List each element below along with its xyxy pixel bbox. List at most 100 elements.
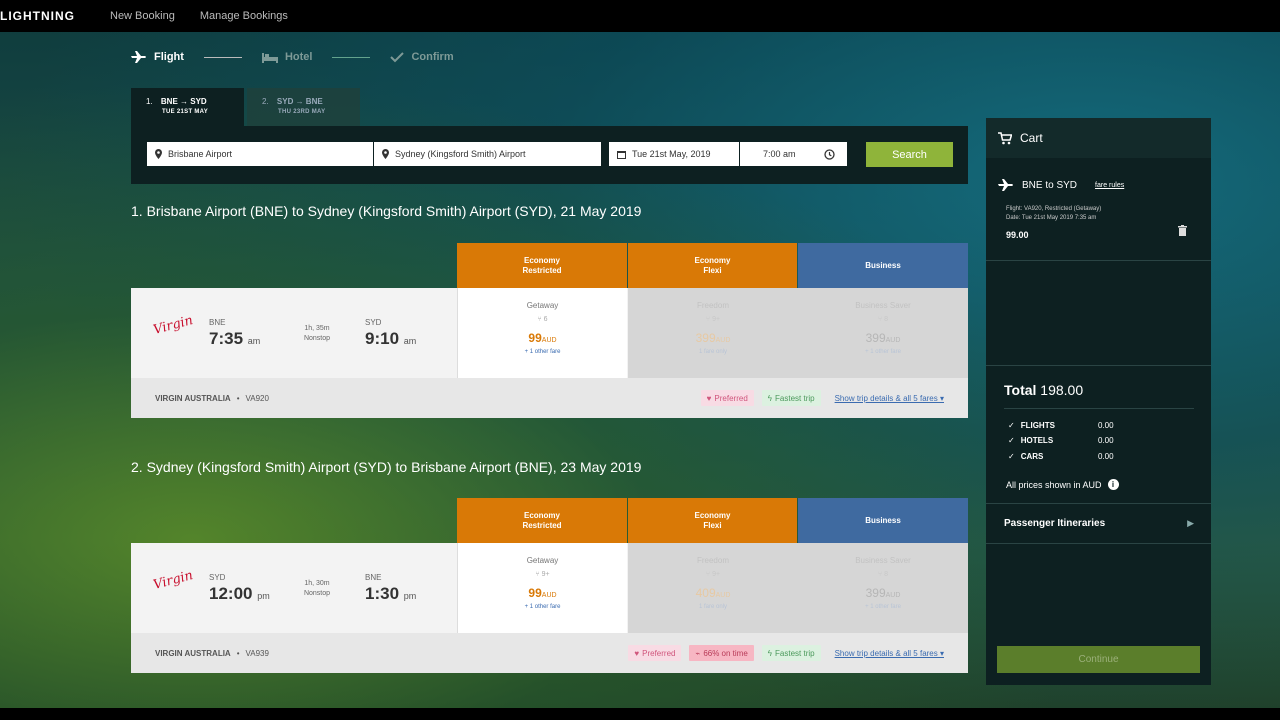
top-bar: LIGHTNING New Booking Manage Bookings	[0, 0, 1280, 32]
arrival-block: BNE 1:30 pm	[365, 573, 416, 604]
arrival-ampm: pm	[403, 591, 417, 601]
divider	[1004, 408, 1194, 409]
separator-dot: •	[236, 648, 240, 658]
fare-rules-link[interactable]: fare rules	[1095, 182, 1124, 189]
departure-time: 12:00	[209, 584, 253, 603]
duration-block: 1h, 30m Nonstop	[292, 579, 342, 599]
origin-field[interactable]: Brisbane Airport	[147, 142, 373, 166]
preferred-badge: ♥ Preferred	[628, 645, 682, 661]
departure-ampm: am	[247, 336, 261, 346]
departure-time: 7:35	[209, 329, 244, 348]
separator-dot: •	[236, 393, 240, 403]
departure-block: SYD 12:00 pm	[209, 573, 270, 604]
cart-title: Cart	[1020, 131, 1043, 145]
fare-cell-economy-restricted[interactable]: Getaway ⑂ 6 99AUD + 1 other fare	[457, 288, 627, 378]
time-field[interactable]: 7:00 am	[740, 142, 847, 166]
origin-value: Brisbane Airport	[168, 149, 233, 159]
fare-header-business: Business	[798, 498, 968, 543]
app-logo: LIGHTNING	[0, 9, 75, 23]
fare-header-economy-flexi: Economy Flexi	[628, 243, 797, 288]
departure-block: BNE 7:35 am	[209, 318, 260, 349]
flight-footer-leg-2: VIRGIN AUSTRALIA • VA939 ♥ Preferred ⌁ 66%…	[131, 633, 968, 673]
info-icon[interactable]: i	[1107, 479, 1119, 490]
fare-header-economy-flexi: Economy Flexi	[628, 498, 797, 543]
fare-header-line2: Restricted	[522, 265, 562, 275]
fare-header-business: Business	[798, 243, 968, 288]
show-trip-details-link[interactable]: Show trip details & all 5 fares ▾	[835, 394, 944, 403]
other-fare-link[interactable]: + 1 other fare	[798, 349, 968, 355]
leg-2-title: 2. Sydney (Kingsford Smith) Airport (SYD…	[131, 459, 642, 475]
search-button[interactable]: Search	[866, 142, 953, 167]
nav-manage-bookings[interactable]: Manage Bookings	[200, 10, 288, 22]
show-trip-details-link[interactable]: Show trip details & all 5 fares ▾	[835, 649, 944, 658]
fare-name: Business Saver	[855, 556, 911, 565]
destination-field[interactable]: Sydney (Kingsford Smith) Airport	[374, 142, 601, 166]
cart-item-route: BNE to SYD	[1022, 179, 1078, 191]
arrival-code: BNE	[365, 573, 382, 582]
arrival-block: SYD 9:10 am	[365, 318, 416, 349]
duration: 1h, 35m	[304, 325, 330, 332]
flight-number: VA920	[245, 393, 269, 403]
seat-count: ⑂ 8	[877, 571, 889, 578]
tab-date: THU 23RD MAY	[278, 109, 326, 115]
other-fare-link[interactable]: + 1 other fare	[458, 349, 627, 355]
cart-item-flight: Flight: VA920, Restricted (Getaway)	[1006, 206, 1102, 212]
passenger-itineraries-toggle[interactable]: Passenger Itineraries ▶	[1004, 518, 1194, 529]
divider	[986, 503, 1211, 504]
fare-cell-business[interactable]: Business Saver ⑂ 8 399AUD + 1 other fare	[798, 288, 968, 378]
chevron-right-icon: ▶	[1187, 518, 1194, 528]
summary-hotels: ✓ HOTELS 0.00	[1008, 436, 1114, 445]
arrival-time: 1:30	[365, 584, 400, 603]
fare-cell-economy-flexi[interactable]: Freedom ⑂ 9+ 399AUD 1 fare only	[628, 288, 798, 378]
check-icon: ✓	[1008, 452, 1015, 461]
heart-icon: ♥	[634, 648, 640, 658]
step-flight-label: Flight	[154, 51, 184, 63]
check-icon: ✓	[1008, 421, 1015, 430]
tab-number: 1.	[146, 97, 153, 106]
fare-cell-business[interactable]: Business Saver ⑂ 8 399AUD + 1 other fare	[798, 543, 968, 633]
other-fare-link[interactable]: + 1 other fare	[458, 604, 627, 610]
step-hotel[interactable]: Hotel	[261, 51, 312, 63]
tab-date: TUE 21ST MAY	[162, 109, 209, 115]
fare-header-line1: Economy	[523, 510, 560, 520]
date-field[interactable]: Tue 21st May, 2019	[609, 142, 739, 166]
trash-icon[interactable]	[1178, 225, 1187, 236]
fare-header-economy-restricted: Economy Restricted	[457, 498, 627, 543]
preferred-badge: ♥ Preferred	[700, 390, 754, 406]
step-divider	[203, 56, 242, 58]
fare-header-line1: Business	[865, 260, 901, 270]
leg-1-title: 1. Brisbane Airport (BNE) to Sydney (Kin…	[131, 203, 642, 219]
bottom-bar	[0, 708, 1280, 720]
flight-number: VA939	[245, 648, 269, 658]
flight-footer-leg-1: VIRGIN AUSTRALIA • VA920 ♥ Preferred ϟ Fas…	[131, 378, 968, 418]
time-value: 7:00 am	[763, 149, 796, 159]
other-fare-link[interactable]: + 1 other fare	[798, 604, 968, 610]
virgin-logo-icon: Virgin	[151, 568, 195, 593]
tab-leg-2[interactable]: 2. SYD → BNE THU 23RD MAY	[247, 88, 360, 126]
fare-header-line1: Economy	[523, 255, 560, 265]
nav-new-booking[interactable]: New Booking	[110, 10, 175, 22]
location-pin-icon	[155, 149, 162, 159]
date-value: Tue 21st May, 2019	[632, 149, 711, 159]
fare-price: 399AUD	[865, 586, 901, 600]
plane-icon	[131, 51, 146, 63]
cart-icon	[998, 131, 1012, 144]
cart-panel: Cart BNE to SYD fare rules Flight: VA920…	[986, 118, 1211, 685]
other-fare-link[interactable]: 1 fare only	[628, 604, 798, 610]
fare-price: 99AUD	[528, 586, 557, 600]
fare-cell-economy-restricted[interactable]: Getaway ⑂ 9+ 99AUD + 1 other fare	[457, 543, 627, 633]
cart-item-price: 99.00	[1006, 230, 1029, 240]
departure-code: BNE	[209, 318, 226, 327]
step-confirm[interactable]: Confirm	[390, 51, 454, 63]
fare-header-economy-restricted: Economy Restricted	[457, 243, 627, 288]
duration: 1h, 30m	[304, 580, 330, 587]
continue-button[interactable]: Continue	[997, 646, 1200, 673]
check-icon	[390, 52, 405, 63]
fare-name: Business Saver	[855, 301, 911, 310]
summary-flights: ✓ FLIGHTS 0.00	[1008, 421, 1114, 430]
leg-tabs: 1. BNE → SYD TUE 21ST MAY 2. SYD → BNE T…	[131, 88, 360, 126]
other-fare-link[interactable]: 1 fare only	[628, 349, 798, 355]
fare-cell-economy-flexi[interactable]: Freedom ⑂ 9+ 409AUD 1 fare only	[628, 543, 798, 633]
tab-leg-1[interactable]: 1. BNE → SYD TUE 21ST MAY	[131, 88, 244, 126]
step-flight[interactable]: Flight	[131, 50, 184, 64]
